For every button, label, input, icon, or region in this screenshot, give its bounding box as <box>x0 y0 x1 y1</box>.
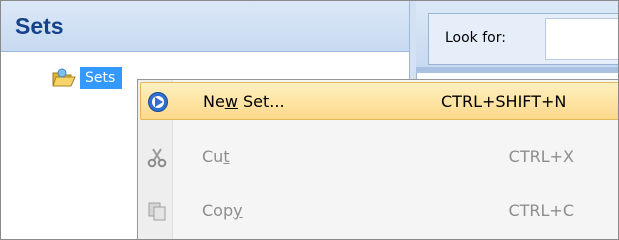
new-set-icon <box>147 91 169 113</box>
tree-node-label[interactable]: Sets <box>80 67 122 89</box>
copy-shortcut: CTRL+C <box>508 201 574 220</box>
cut-shortcut: CTRL+X <box>508 147 574 166</box>
new-set-label: New Set... <box>203 92 285 111</box>
sets-window: Sets Look for: Sets New Set... CTRL+SHIF… <box>0 0 619 240</box>
look-for-label: Look for: <box>445 30 506 46</box>
menu-item-cut[interactable]: Cut CTRL+X <box>140 138 618 176</box>
look-for-group: Look for: <box>428 13 618 65</box>
look-for-input[interactable] <box>545 18 618 60</box>
sets-panel-header: Sets <box>1 1 409 52</box>
sets-panel-title: Sets <box>15 13 64 39</box>
copy-label: Copy <box>202 201 243 220</box>
scissors-icon <box>146 146 168 168</box>
find-bar: Look for: <box>416 1 618 73</box>
find-bar-border <box>416 67 618 73</box>
new-set-shortcut: CTRL+SHIFT+N <box>441 92 567 111</box>
copy-icon <box>146 200 168 222</box>
cut-label: Cut <box>202 147 230 166</box>
menu-item-new-set[interactable]: New Set... CTRL+SHIFT+N <box>140 82 618 120</box>
context-menu: New Set... CTRL+SHIFT+N Cut CTRL+X Copy … <box>137 79 618 239</box>
menu-item-copy[interactable]: Copy CTRL+C <box>140 192 618 230</box>
folder-open-icon <box>51 67 77 91</box>
